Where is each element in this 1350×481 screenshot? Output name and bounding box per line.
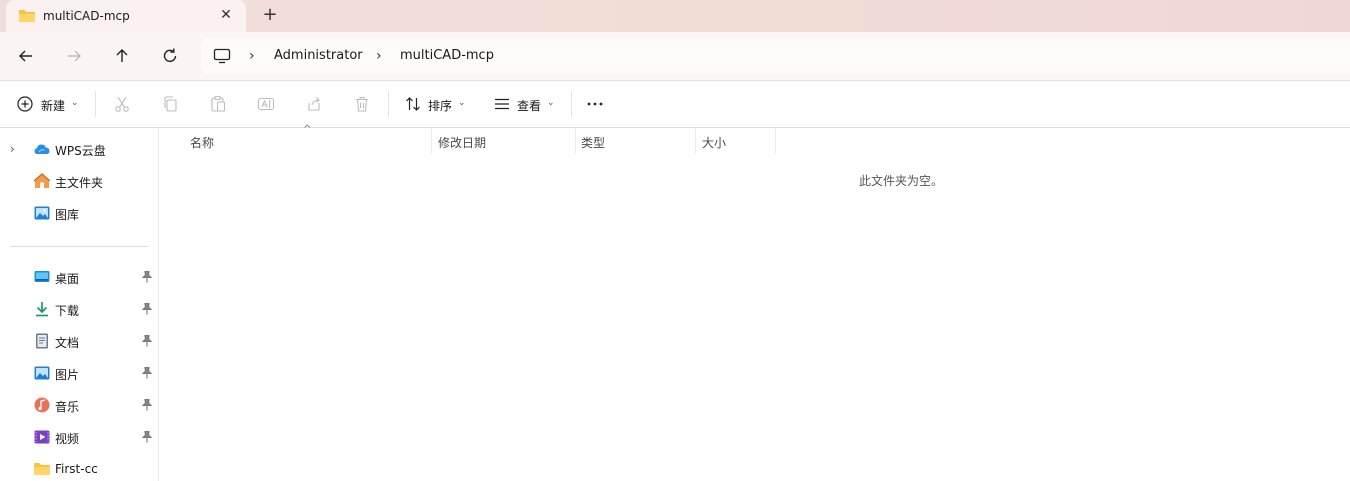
column-header-size[interactable]: 大小 — [702, 134, 726, 151]
folder-icon — [34, 463, 50, 475]
column-resize-handle[interactable] — [431, 128, 432, 154]
scissors-icon — [115, 96, 129, 112]
sidebar-item-label: 文档 — [55, 336, 80, 350]
pin-icon[interactable] — [141, 430, 153, 444]
navigation-bar: › Administrator › multiCAD-mcp — [0, 32, 1350, 80]
column-header-date[interactable]: 修改日期 — [438, 134, 486, 151]
tab-title: multiCAD-mcp — [43, 9, 130, 23]
pin-icon[interactable] — [141, 302, 153, 316]
new-button[interactable] — [16, 95, 34, 113]
rename-button[interactable] — [257, 95, 275, 113]
sidebar-item-label: First-cc — [55, 462, 98, 476]
music-icon — [34, 397, 50, 413]
view-list-icon — [495, 98, 509, 110]
paste-button[interactable] — [209, 95, 227, 113]
clipboard-icon — [211, 95, 226, 112]
column-header-name[interactable]: 名称 — [190, 134, 214, 151]
sidebar-item-documents[interactable]: 文档 — [0, 328, 158, 354]
cut-button[interactable] — [113, 95, 131, 113]
new-label[interactable]: 新建 — [41, 97, 65, 114]
share-button[interactable] — [305, 95, 323, 113]
separator — [388, 91, 389, 117]
sidebar-item-label: 视频 — [55, 432, 80, 446]
arrow-up-icon[interactable] — [110, 44, 134, 68]
plus-icon[interactable]: + — [262, 6, 278, 24]
sidebar-item-label: 桌面 — [55, 272, 80, 286]
separator — [571, 91, 572, 117]
tab-multicad-mcp[interactable]: multiCAD-mcp ✕ — [6, 0, 246, 32]
divider — [10, 246, 148, 247]
chevron-right-icon[interactable]: › — [376, 49, 382, 63]
sidebar-item-pictures[interactable]: 图片 — [0, 360, 158, 386]
cloud-icon — [34, 144, 50, 154]
column-resize-handle[interactable] — [575, 128, 576, 154]
pin-icon[interactable] — [141, 334, 153, 348]
close-icon[interactable]: ✕ — [219, 8, 233, 22]
command-bar: 新建 ⌄ 排序 ⌄ 查看 ⌄ — [0, 81, 1350, 127]
pictures-icon — [34, 366, 50, 380]
sidebar-item-wps-cloud[interactable]: › WPS云盘 — [0, 136, 158, 162]
arrow-right-icon[interactable] — [62, 44, 86, 68]
view-label[interactable]: 查看 — [517, 97, 541, 114]
sidebar-item-label: 图库 — [55, 208, 80, 222]
desktop-icon — [34, 271, 50, 282]
chevron-down-icon[interactable]: ⌄ — [458, 98, 466, 108]
view-button[interactable] — [493, 95, 511, 113]
sidebar-item-label: 图片 — [55, 368, 80, 382]
sidebar-item-label: WPS云盘 — [55, 144, 106, 158]
column-resize-handle[interactable] — [695, 128, 696, 154]
share-icon — [308, 97, 320, 111]
chevron-right-icon[interactable]: › — [10, 142, 15, 156]
document-icon — [36, 333, 48, 349]
chevron-down-icon[interactable]: ⌄ — [71, 98, 79, 108]
pin-icon[interactable] — [141, 398, 153, 412]
folder-icon — [19, 10, 35, 22]
sidebar-item-music[interactable]: 音乐 — [0, 392, 158, 418]
more-options-button[interactable] — [586, 95, 604, 113]
navigation-pane: › WPS云盘 主文件夹 图库 桌面 下载 文档 图片 音乐 视频 First-… — [0, 128, 158, 481]
sidebar-item-label: 音乐 — [55, 400, 80, 414]
delete-button[interactable] — [353, 95, 371, 113]
copy-button[interactable] — [161, 95, 179, 113]
sidebar-item-desktop[interactable]: 桌面 — [0, 264, 158, 290]
add-circle-icon — [17, 96, 33, 112]
sidebar-item-downloads[interactable]: 下载 — [0, 296, 158, 322]
sidebar-item-label: 下载 — [55, 304, 80, 318]
sidebar-item-home[interactable]: 主文件夹 — [0, 168, 158, 194]
chevron-up-icon: ^ — [303, 124, 312, 135]
column-resize-handle[interactable] — [775, 128, 776, 154]
sidebar-item-videos[interactable]: 视频 — [0, 424, 158, 450]
trash-icon — [356, 96, 368, 112]
copy-icon — [164, 96, 177, 112]
monitor-icon[interactable] — [213, 48, 231, 64]
sidebar-item-label: 主文件夹 — [55, 176, 104, 190]
rename-icon — [257, 97, 275, 111]
address-bar[interactable]: › Administrator › multiCAD-mcp — [201, 39, 1350, 73]
more-icon — [587, 102, 603, 106]
empty-folder-message: 此文件夹为空。 — [859, 174, 944, 188]
file-list[interactable]: ^ 名称 修改日期 类型 大小 此文件夹为空。 — [159, 124, 1350, 481]
sidebar-item-first-cc[interactable]: First-cc — [0, 456, 158, 481]
pin-icon[interactable] — [141, 270, 153, 284]
pin-icon[interactable] — [141, 366, 153, 380]
home-icon — [33, 173, 51, 188]
chevron-down-icon[interactable]: ⌄ — [547, 98, 555, 108]
breadcrumb-multicad-mcp[interactable]: multiCAD-mcp — [400, 48, 494, 63]
sort-label[interactable]: 排序 — [428, 97, 452, 114]
refresh-icon[interactable] — [158, 44, 182, 68]
sort-icon — [406, 97, 420, 111]
sidebar-item-gallery[interactable]: 图库 — [0, 200, 158, 226]
arrow-left-icon[interactable] — [14, 44, 38, 68]
gallery-icon — [34, 206, 50, 220]
sort-button[interactable] — [404, 95, 422, 113]
video-icon — [34, 430, 50, 444]
chevron-right-icon[interactable]: › — [249, 49, 255, 63]
breadcrumb-administrator[interactable]: Administrator — [274, 48, 363, 63]
column-header-type[interactable]: 类型 — [581, 134, 605, 151]
title-bar: multiCAD-mcp ✕ + — [0, 0, 1350, 32]
download-icon — [36, 302, 48, 317]
separator — [95, 91, 96, 117]
